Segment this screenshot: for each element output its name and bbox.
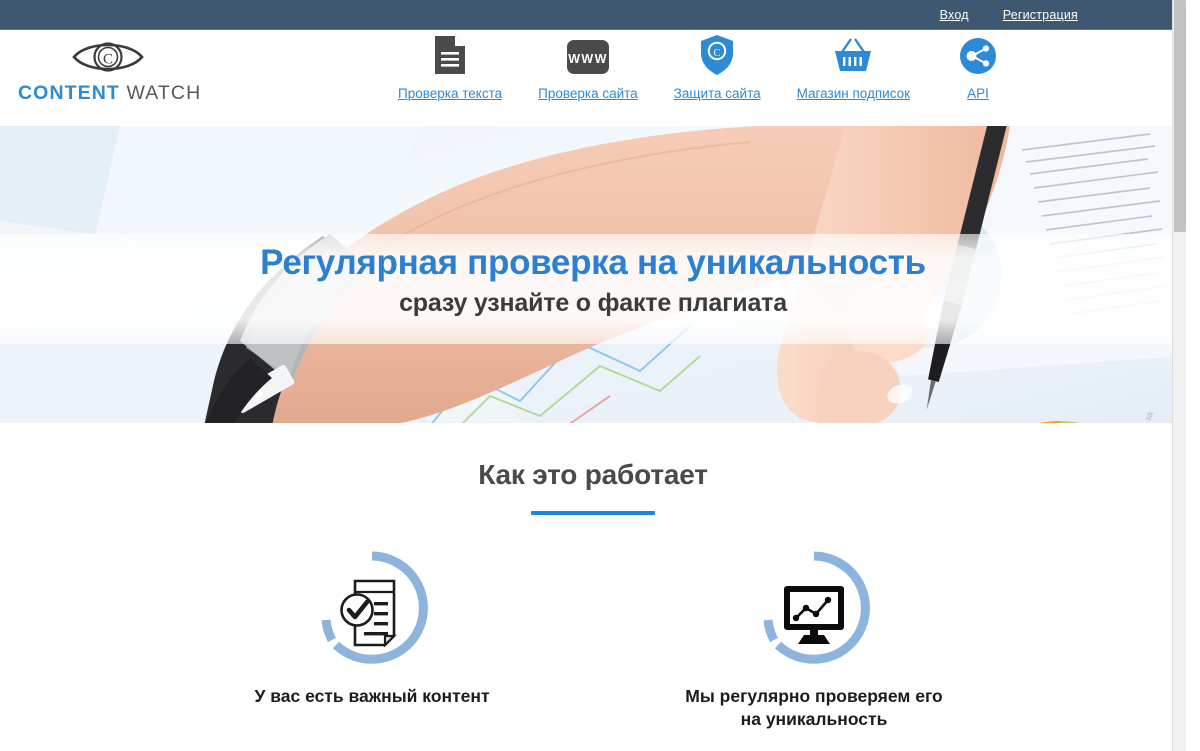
document-check-icon	[207, 547, 537, 669]
document-lines-icon	[433, 30, 467, 80]
monitor-chart-icon	[649, 547, 979, 669]
svg-text:C: C	[714, 48, 721, 59]
svg-text:C: C	[103, 52, 113, 68]
step-label-monitoring: Мы регулярно проверяем его на уникальност…	[685, 686, 943, 730]
shopping-basket-icon	[832, 30, 874, 80]
step-item-monitoring: Мы регулярно проверяем его на уникальност…	[649, 547, 979, 731]
www-box-icon: WWW	[565, 30, 611, 80]
nav-item-api[interactable]: API	[928, 30, 1028, 101]
step-label-content: У вас есть важный контент	[254, 686, 490, 706]
shield-copyright-icon: C	[700, 30, 734, 80]
nav-label-api: API	[967, 86, 989, 101]
nav-item-subscription-shop[interactable]: Магазин подписок	[779, 30, 928, 101]
page-scrollbar[interactable]	[1172, 0, 1186, 751]
login-link[interactable]: Вход	[940, 8, 969, 22]
hero-banner: 600 500 400 2010 Произведено за	[0, 126, 1186, 423]
step-item-content: У вас есть важный контент	[207, 547, 537, 731]
hero-subtitle: сразу узнайте о факте плагиата	[399, 288, 787, 317]
brand-logo[interactable]: C CONTENT WATCH	[18, 36, 202, 105]
top-utility-bar: Вход Регистрация	[0, 0, 1186, 30]
nav-label-text-check: Проверка текста	[398, 86, 503, 101]
brand-name-first: CONTENT	[18, 82, 120, 104]
nav-label-site-check: Проверка сайта	[538, 86, 638, 101]
nav-label-site-protection: Защита сайта	[673, 86, 761, 101]
how-it-works-section: Как это работает У вас есть важный конте…	[0, 423, 1186, 732]
steps-row: У вас есть важный контент Мы регулярно п…	[0, 547, 1186, 731]
page-root: Вход Регистрация C CONTENT WATCH Проверк…	[0, 0, 1186, 751]
hero-text-block: Регулярная проверка на уникальность сраз…	[0, 243, 1186, 318]
register-link[interactable]: Регистрация	[1003, 8, 1078, 22]
nav-item-site-check[interactable]: WWW Проверка сайта	[520, 30, 656, 101]
brand-name-second: WATCH	[119, 82, 202, 104]
nav-label-subscription-shop: Магазин подписок	[796, 86, 911, 101]
title-underline-rule	[531, 511, 655, 515]
eye-copyright-icon: C	[18, 36, 198, 78]
hero-title: Регулярная проверка на уникальность	[260, 243, 926, 282]
scrollbar-thumb[interactable]	[1174, 0, 1186, 232]
site-header: C CONTENT WATCH Проверка текста WWW Пров…	[0, 30, 1186, 126]
page-title: Как это работает	[478, 459, 708, 490]
nav-item-site-protection[interactable]: C Защита сайта	[656, 30, 779, 101]
brand-wordmark: CONTENT WATCH	[18, 82, 202, 105]
svg-text:WWW: WWW	[568, 52, 608, 66]
api-nodes-icon	[958, 30, 998, 80]
nav-item-text-check[interactable]: Проверка текста	[380, 30, 520, 101]
main-navigation: Проверка текста WWW Проверка сайта C Защ…	[380, 30, 1028, 101]
